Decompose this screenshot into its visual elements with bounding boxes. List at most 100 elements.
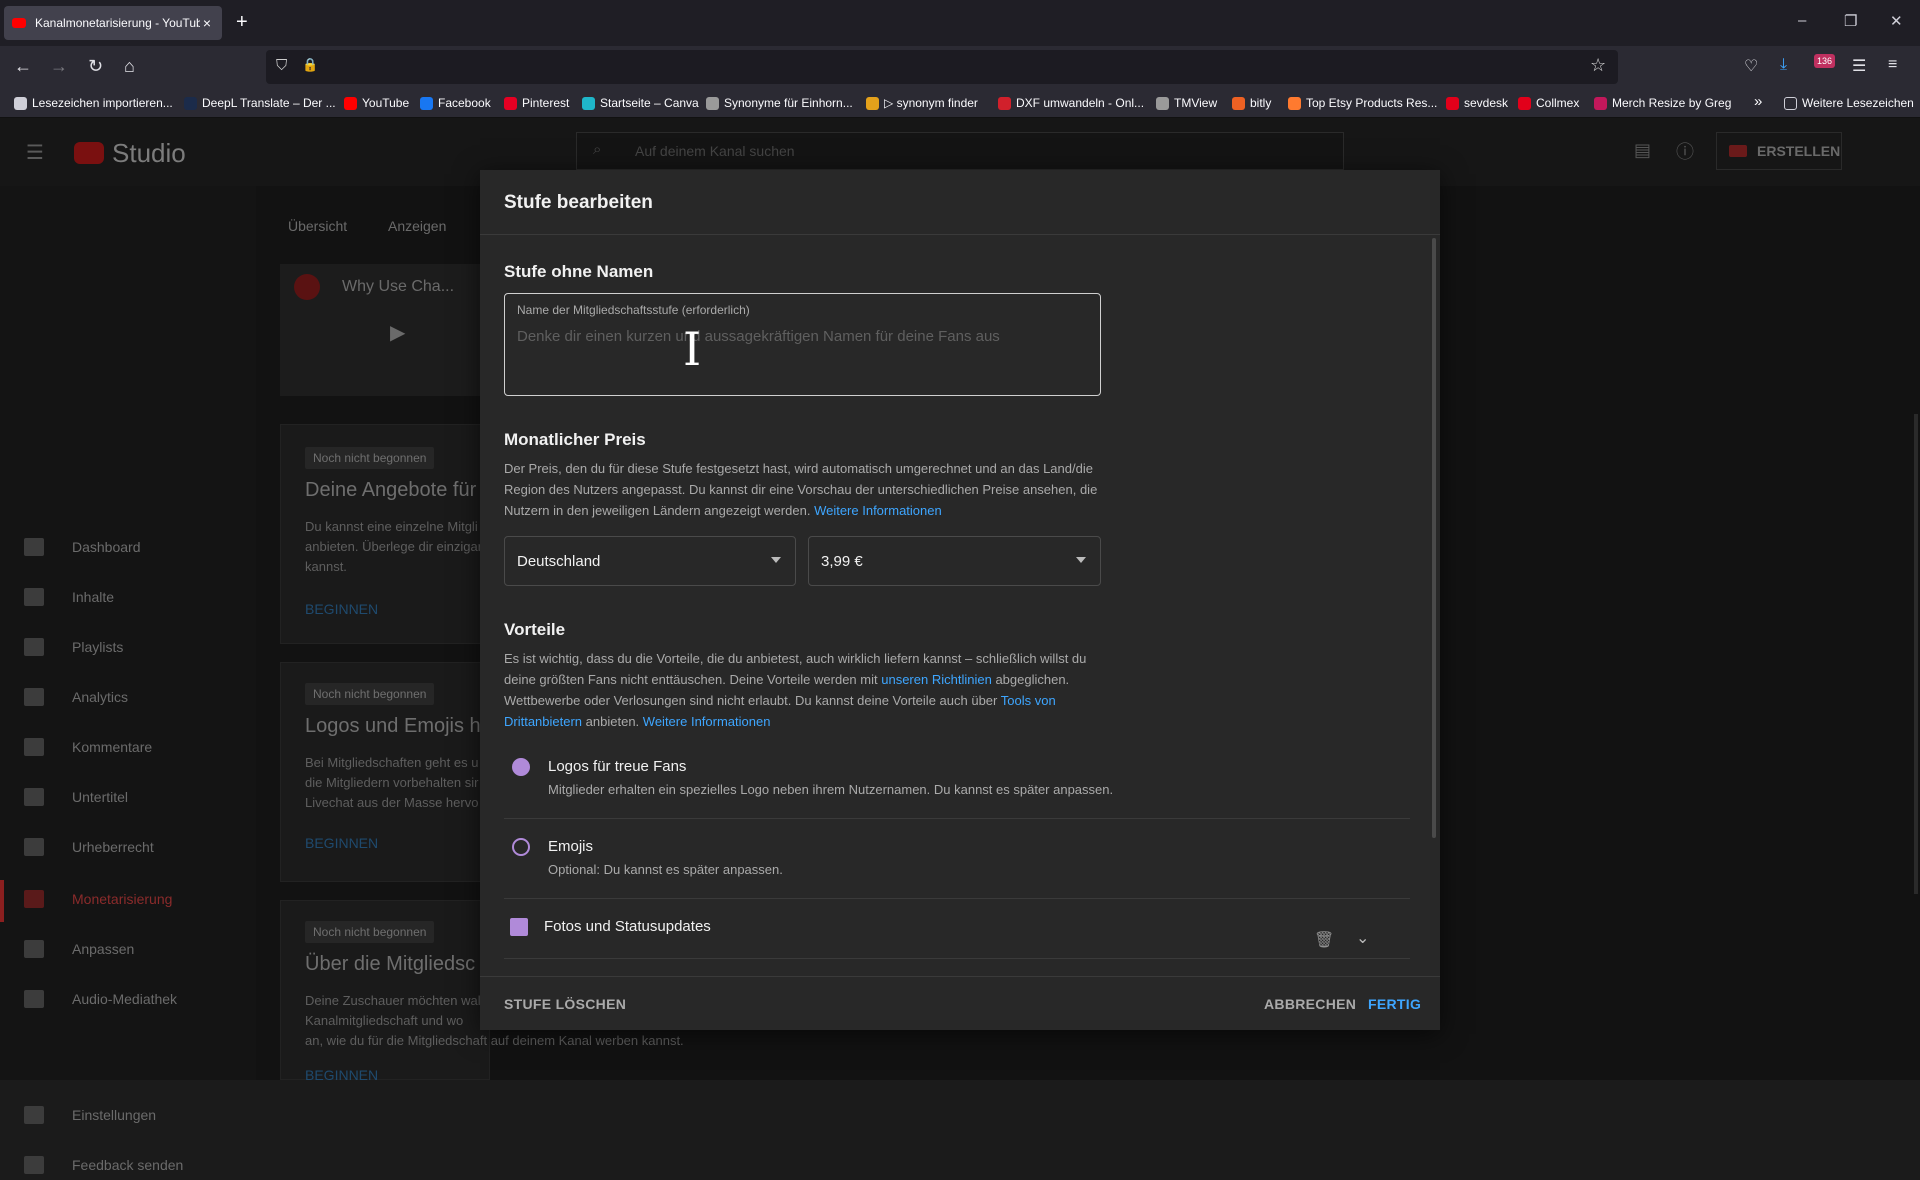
tier-name-field[interactable]: Name der Mitgliedschaftsstufe (erforderl… [504, 293, 1101, 396]
other-bookmarks-label: Weitere Lesezeichen [1802, 96, 1914, 110]
hamburger-menu-icon[interactable]: ☰ [26, 140, 44, 165]
home-icon[interactable]: ⌂ [124, 56, 135, 77]
bookmark-item[interactable]: Startseite – Canva [582, 96, 699, 110]
price-description: Der Preis, den du für diese Stufe festge… [504, 458, 1104, 521]
benefits-more-info-link[interactable]: Weitere Informationen [643, 714, 771, 729]
minimize-button[interactable]: – [1798, 12, 1806, 29]
bookmark-item[interactable]: Pinterest [504, 96, 569, 110]
dashboard-icon [24, 538, 44, 556]
trash-icon[interactable]: 🗑 [1314, 930, 1334, 950]
nav-monetization[interactable]: Monetarisierung [24, 884, 172, 914]
bookmark-label: Merch Resize by Greg [1612, 96, 1732, 110]
nav-playlists[interactable]: Playlists [24, 632, 123, 662]
subtitles-icon [24, 788, 44, 806]
price-more-info-link[interactable]: Weitere Informationen [814, 503, 942, 518]
browser-tab[interactable]: Kanalmonetarisierung - YouTube × [4, 6, 222, 40]
done-button[interactable]: FERTIG [1368, 996, 1421, 1012]
more-bookmarks-icon[interactable]: » [1754, 93, 1762, 110]
dialog-scrollbar[interactable] [1432, 238, 1436, 838]
video-title: Why Use Cha... [342, 278, 455, 295]
begin-button[interactable]: BEGINNEN [305, 1067, 378, 1083]
download-icon[interactable]: ⤓ [1780, 56, 1787, 74]
bookmark-item[interactable]: Facebook [420, 96, 491, 110]
nav-settings[interactable]: Einstellungen [24, 1100, 156, 1130]
shield-icon[interactable]: ⛉ [276, 57, 287, 74]
country-select[interactable]: Deutschland [504, 536, 796, 586]
nav-content[interactable]: Inhalte [24, 582, 114, 612]
tab-overview[interactable]: Übersicht [288, 218, 347, 234]
pocket-icon[interactable]: ♡ [1744, 56, 1758, 76]
studio-logo[interactable]: Studio [112, 138, 186, 169]
nav-label: Kommentare [72, 739, 153, 755]
benefit-item[interactable]: Emojis Optional: Du kannst es später anp… [504, 832, 1410, 892]
tab-title: Kanalmonetarisierung - YouTube [35, 16, 200, 30]
lock-icon[interactable]: 🔒 [302, 57, 318, 73]
nav-audio-library[interactable]: Audio-Mediathek [24, 984, 177, 1014]
nav-analytics[interactable]: Analytics [24, 682, 128, 712]
bookmark-item[interactable]: Lesezeichen importieren... [14, 96, 173, 110]
cancel-button[interactable]: ABBRECHEN [1264, 996, 1356, 1012]
card-title: Deine Angebote für [305, 479, 477, 501]
restore-button[interactable]: ❐ [1844, 12, 1857, 30]
create-button[interactable]: ERSTELLEN [1716, 132, 1842, 170]
bookmark-item[interactable]: ▷ synonym finder [866, 96, 978, 110]
new-tab-button[interactable]: + [236, 11, 248, 34]
other-bookmarks-folder[interactable]: Weitere Lesezeichen [1784, 96, 1914, 110]
messages-icon[interactable]: ▤ [1634, 140, 1651, 161]
studio-search-box[interactable]: ⌕ Auf deinem Kanal suchen [576, 132, 1344, 170]
nav-copyright[interactable]: Urheberrecht [24, 832, 154, 862]
nav-subtitles[interactable]: Untertitel [24, 782, 128, 812]
bookmark-label: YouTube [362, 96, 410, 110]
nav-label: Playlists [72, 639, 124, 655]
nav-dashboard[interactable]: Dashboard [24, 532, 141, 562]
forward-icon[interactable]: → [50, 56, 68, 77]
url-bar[interactable]: ⛉ 🔒 ☆ [266, 50, 1618, 84]
bookmark-item[interactable]: bitly [1232, 96, 1271, 110]
bookmark-item[interactable]: TMView [1156, 96, 1217, 110]
bookmark-item[interactable]: YouTube [344, 96, 409, 110]
help-icon[interactable]: ⓘ [1676, 138, 1694, 164]
extension-badge[interactable]: 136 [1814, 54, 1836, 68]
benefit-item[interactable]: Logos für treue Fans Mitglieder erhalten… [504, 752, 1410, 812]
bookmark-item[interactable]: Synonyme für Einhorn... [706, 96, 853, 110]
nav-customize[interactable]: Anpassen [24, 934, 134, 964]
bookmark-item[interactable]: sevdesk [1446, 96, 1508, 110]
begin-button[interactable]: BEGINNEN [305, 601, 378, 617]
nav-comments[interactable]: Kommentare [24, 732, 152, 762]
benefit-item[interactable]: Fotos und Statusupdates 🗑 ⌄ [504, 914, 1410, 958]
begin-button[interactable]: BEGINNEN [305, 835, 378, 851]
guidelines-link[interactable]: unseren Richtlinien [881, 672, 992, 687]
bookmark-item[interactable]: DeepL Translate – Der ... [184, 96, 336, 110]
status-badge: Noch nicht begonnen [305, 921, 435, 943]
benefits-text: anbieten. [585, 714, 640, 729]
reload-icon[interactable]: ↻ [88, 56, 103, 77]
bookmark-icon [1288, 96, 1301, 110]
app-menu-icon[interactable]: ≡ [1888, 56, 1897, 74]
country-value: Deutschland [517, 552, 601, 570]
content-icon [24, 588, 44, 606]
back-icon[interactable]: ← [14, 56, 32, 77]
create-label: ERSTELLEN [1757, 143, 1841, 159]
card-title: Logos und Emojis h [305, 715, 481, 737]
bookmark-label: TMView [1174, 96, 1218, 110]
delete-tier-button[interactable]: STUFE LÖSCHEN [504, 996, 626, 1012]
bookmark-icon [1518, 96, 1531, 110]
star-badge-icon [512, 758, 530, 776]
card-text: Du kannst eine einzelne Mitgli [305, 519, 478, 534]
tab-ads[interactable]: Anzeigen [388, 218, 446, 234]
bookmark-item[interactable]: Merch Resize by Greg [1594, 96, 1731, 110]
nav-feedback[interactable]: Feedback senden [24, 1150, 183, 1180]
bookmark-item[interactable]: Collmex [1518, 96, 1579, 110]
page-scrollbar[interactable] [1914, 414, 1918, 894]
tier-name-input[interactable] [517, 324, 1087, 348]
price-select[interactable]: 3,99 € [808, 536, 1101, 586]
window-close-button[interactable]: ✕ [1890, 12, 1903, 30]
bookmark-item[interactable]: DXF umwandeln - Onl... [998, 96, 1144, 110]
bookmark-star-icon[interactable]: ☆ [1590, 55, 1606, 76]
browser-tab-bar: Kanalmonetarisierung - YouTube × + – ❐ ✕ [0, 0, 1920, 46]
extension-icon[interactable]: ☰ [1852, 56, 1866, 76]
chevron-down-icon[interactable]: ⌄ [1356, 928, 1369, 948]
bookmark-item[interactable]: Top Etsy Products Res... [1288, 96, 1437, 110]
tab-close-icon[interactable]: × [200, 15, 214, 31]
video-thumbnail[interactable]: Why Use Cha... ▶ [280, 264, 480, 396]
